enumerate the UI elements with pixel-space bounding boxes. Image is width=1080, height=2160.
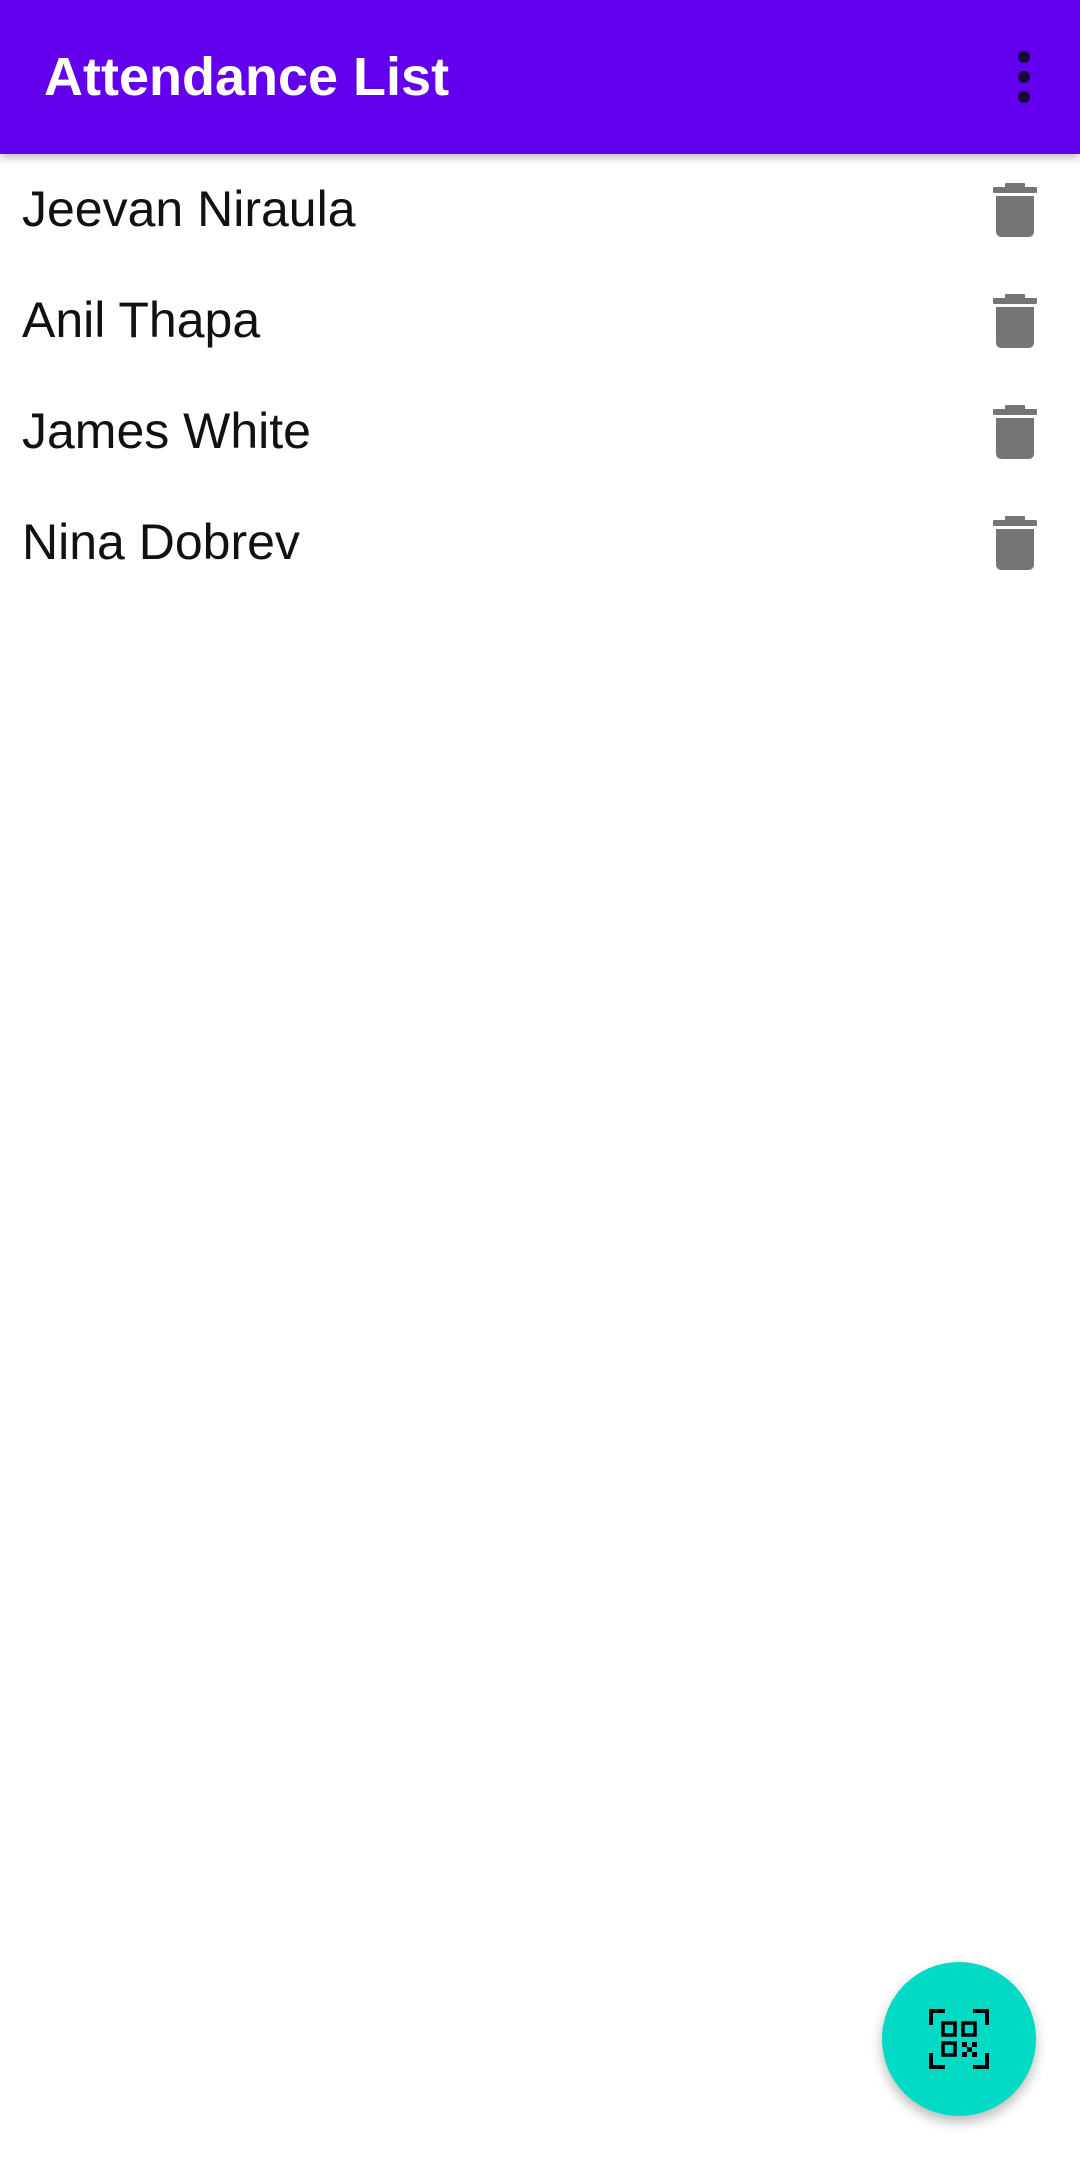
delete-icon — [993, 515, 1037, 570]
attendee-name: Jeevan Niraula — [22, 181, 356, 237]
app-title: Attendance List — [44, 47, 450, 107]
attendance-screen: Attendance List Jeevan Niraula Anil Thap… — [0, 0, 1080, 2160]
delete-icon — [993, 404, 1037, 459]
delete-button[interactable] — [960, 265, 1070, 376]
attendee-name: Anil Thapa — [22, 292, 261, 348]
list-item: Nina Dobrev — [0, 487, 1080, 598]
attendee-name: James White — [22, 403, 311, 459]
delete-icon — [993, 293, 1037, 348]
scan-qr-fab[interactable] — [882, 1962, 1036, 2116]
more-vert-icon — [1018, 51, 1030, 103]
attendance-list: Jeevan Niraula Anil Thapa James White Ni… — [0, 154, 1080, 598]
list-item: James White — [0, 376, 1080, 487]
overflow-menu-button[interactable] — [980, 33, 1068, 121]
app-bar: Attendance List — [0, 0, 1080, 154]
delete-icon — [993, 182, 1037, 237]
list-item: Anil Thapa — [0, 265, 1080, 376]
list-item: Jeevan Niraula — [0, 154, 1080, 265]
delete-button[interactable] — [960, 487, 1070, 598]
qr-code-scanner-icon — [929, 2009, 989, 2069]
delete-button[interactable] — [960, 154, 1070, 265]
delete-button[interactable] — [960, 376, 1070, 487]
attendee-name: Nina Dobrev — [22, 514, 300, 570]
